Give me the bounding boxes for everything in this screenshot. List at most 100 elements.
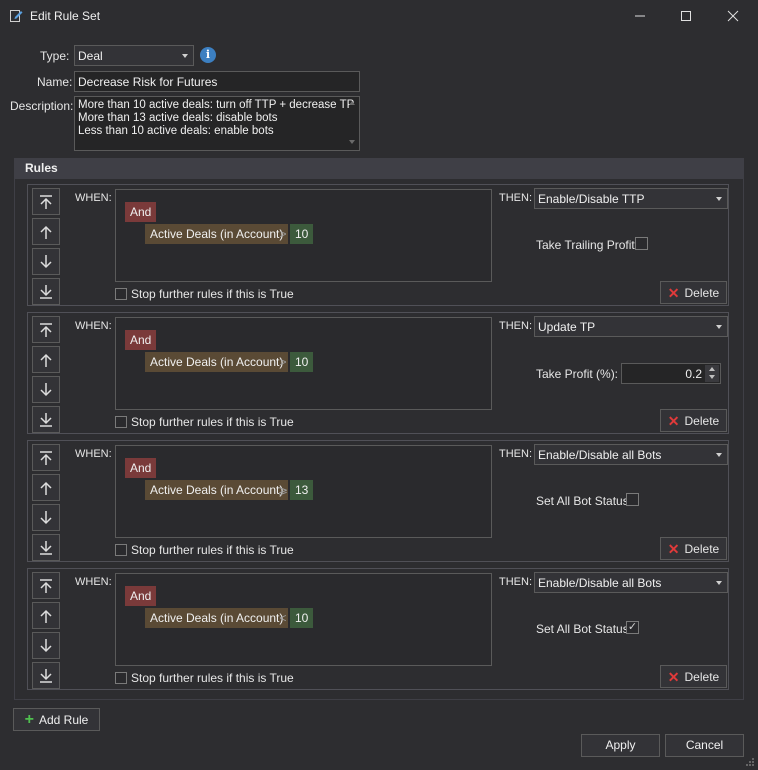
move-down-icon (40, 254, 52, 268)
stop-rules-checkbox[interactable] (115, 672, 127, 684)
param-checkbox[interactable] (635, 237, 648, 250)
description-line: Less than 10 active deals: enable bots (78, 125, 274, 137)
delete-rule-button[interactable]: ✕ Delete (660, 537, 727, 560)
move-up-button[interactable] (32, 474, 60, 501)
move-up-button[interactable] (32, 218, 60, 245)
move-up-icon (40, 353, 52, 367)
name-input[interactable]: Decrease Risk for Futures (74, 71, 360, 92)
and-operator-tag[interactable]: And (125, 330, 157, 350)
rule-block: WHEN: And Active Deals (in Account) >10 Stop… (27, 184, 729, 306)
move-down-icon (40, 638, 52, 652)
move-to-top-button[interactable] (32, 316, 60, 343)
minimize-button[interactable] (617, 0, 663, 32)
condition-value[interactable]: 10 (290, 608, 314, 628)
move-to-bottom-button[interactable] (32, 534, 60, 561)
window-title: Edit Rule Set (30, 9, 101, 23)
condition-value[interactable]: 10 (290, 352, 314, 372)
condition-variable[interactable]: Active Deals (in Account) (145, 608, 289, 628)
and-operator-tag[interactable]: And (125, 586, 157, 606)
delete-label: Delete (684, 669, 720, 684)
condition-box[interactable]: And Active Deals (in Account) ⩾ 13 (115, 445, 492, 538)
condition-operator[interactable]: ⩾ (276, 480, 290, 500)
then-label: THEN: (499, 448, 532, 460)
param-checkbox[interactable] (626, 493, 639, 506)
maximize-button[interactable] (663, 0, 709, 32)
action-select-value: Enable/Disable all Bots (538, 576, 662, 590)
move-to-bottom-button[interactable] (32, 662, 60, 689)
delete-rule-button[interactable]: ✕ Delete (660, 281, 727, 304)
stop-rules-checkbox[interactable] (115, 544, 127, 556)
and-operator-tag[interactable]: And (125, 458, 157, 478)
move-up-icon (40, 609, 52, 623)
delete-rule-button[interactable]: ✕ Delete (660, 665, 727, 688)
move-to-top-button[interactable] (32, 572, 60, 599)
delete-rule-button[interactable]: ✕ Delete (660, 409, 727, 432)
move-to-bottom-button[interactable] (32, 406, 60, 433)
and-operator-tag[interactable]: And (125, 202, 157, 222)
checkmark-icon: ✓ (627, 621, 638, 633)
condition-value[interactable]: 10 (290, 224, 314, 244)
move-to-top-icon (40, 450, 52, 465)
resize-grip-icon[interactable] (745, 757, 755, 767)
condition-box[interactable]: And Active Deals (in Account) >10 (115, 317, 492, 410)
action-select-value: Enable/Disable TTP (538, 192, 645, 206)
cancel-button[interactable]: Cancel (665, 734, 744, 757)
condition-variable[interactable]: Active Deals (in Account) (145, 480, 289, 500)
move-down-button[interactable] (32, 248, 60, 275)
add-rule-button[interactable]: + Add Rule (13, 708, 100, 731)
action-select[interactable]: Enable/Disable all Bots (534, 572, 728, 593)
description-line: More than 10 active deals: turn off TTP … (78, 99, 355, 111)
stop-rules-checkbox[interactable] (115, 288, 127, 300)
rule-block: WHEN: And Active Deals (in Account) <10 Stop… (27, 568, 729, 690)
move-to-top-icon (40, 194, 52, 209)
move-up-icon (40, 225, 52, 239)
move-up-icon (40, 481, 52, 495)
type-select[interactable]: Deal (74, 45, 194, 66)
apply-button[interactable]: Apply (581, 734, 660, 757)
move-up-button[interactable] (32, 602, 60, 629)
condition-operator[interactable]: < (276, 608, 290, 628)
rule-block: WHEN: And Active Deals (in Account) >10 Stop… (27, 312, 729, 434)
param-label: Set All Bot Status: (536, 494, 633, 508)
condition-box[interactable]: And Active Deals (in Account) >10 (115, 189, 492, 282)
scroll-up-icon[interactable] (349, 101, 355, 105)
info-icon[interactable]: i (200, 47, 216, 63)
condition-variable[interactable]: Active Deals (in Account) (145, 352, 289, 372)
move-down-button[interactable] (32, 504, 60, 531)
condition-box[interactable]: And Active Deals (in Account) <10 (115, 573, 492, 666)
action-select-value: Update TP (538, 320, 596, 334)
param-number-input[interactable]: 0.2 (621, 363, 721, 384)
scroll-down-icon[interactable] (349, 140, 355, 144)
close-button[interactable] (710, 0, 756, 32)
move-up-button[interactable] (32, 346, 60, 373)
close-icon (727, 10, 739, 22)
description-textarea[interactable]: More than 10 active deals: turn off TTP … (74, 96, 360, 151)
move-to-top-icon (40, 578, 52, 593)
stop-rules-label: Stop further rules if this is True (131, 543, 294, 557)
description-label: Description: (10, 99, 74, 113)
param-checkbox[interactable]: ✓ (626, 621, 639, 634)
delete-x-icon: ✕ (667, 412, 680, 429)
rules-title: Rules (25, 161, 58, 175)
condition-variable[interactable]: Active Deals (in Account) (145, 224, 289, 244)
condition-value[interactable]: 13 (290, 480, 314, 500)
spin-down-icon[interactable] (705, 373, 719, 382)
condition-operator[interactable]: > (276, 352, 290, 372)
action-select[interactable]: Update TP (534, 316, 728, 337)
move-to-top-button[interactable] (32, 444, 60, 471)
stop-rules-label: Stop further rules if this is True (131, 287, 294, 301)
name-label: Name: (37, 75, 73, 89)
condition-operator[interactable]: > (276, 224, 290, 244)
param-label: Set All Bot Status: (536, 622, 633, 636)
move-to-top-button[interactable] (32, 188, 60, 215)
action-select[interactable]: Enable/Disable TTP (534, 188, 728, 209)
then-label: THEN: (499, 576, 532, 588)
stop-rules-checkbox[interactable] (115, 416, 127, 428)
action-select[interactable]: Enable/Disable all Bots (534, 444, 728, 465)
move-down-icon (40, 510, 52, 524)
edit-document-icon (10, 9, 23, 22)
move-down-button[interactable] (32, 376, 60, 403)
delete-label: Delete (684, 285, 720, 300)
move-to-bottom-button[interactable] (32, 278, 60, 305)
move-down-button[interactable] (32, 632, 60, 659)
